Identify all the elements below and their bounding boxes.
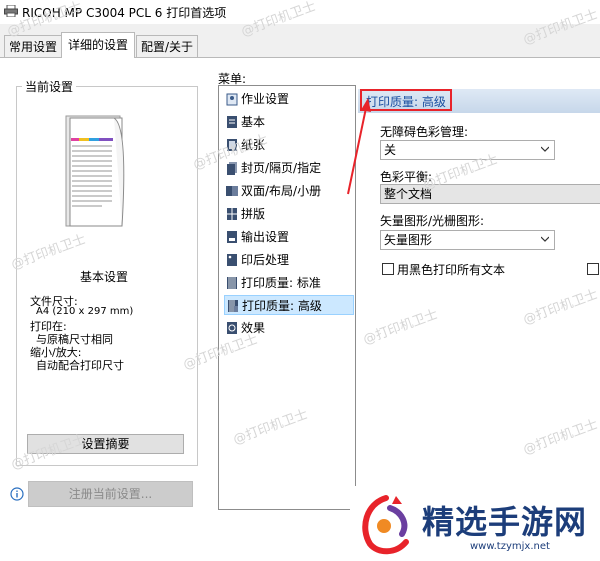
menu-item-job-settings[interactable]: 作业设置: [224, 89, 354, 109]
color-management-value: 关: [384, 143, 397, 157]
zoom-value: 自动配合打印尺寸: [36, 359, 124, 372]
duplex-icon: [226, 186, 238, 196]
job-icon: [226, 93, 238, 106]
cover-icon: [227, 162, 237, 175]
output-icon: [227, 231, 237, 243]
menu-item-imposition[interactable]: 拼版: [224, 204, 354, 224]
tab-detailed-settings[interactable]: 详细的设置: [61, 32, 135, 58]
menu-item-label: 作业设置: [241, 92, 290, 106]
chevron-down-icon: [541, 146, 549, 152]
menu-item-label: 打印质量: 高级: [242, 299, 322, 313]
menu-item-label: 打印质量: 标准: [241, 276, 321, 290]
imposition-icon: [227, 208, 237, 220]
paper-size-value: A4 (210 x 297 mm): [36, 306, 134, 317]
menu-item-label: 封页/隔页/指定: [241, 161, 322, 175]
color-management-label: 无障碍色彩管理:: [380, 125, 469, 139]
info-icon: [10, 487, 24, 501]
vector-raster-select[interactable]: 矢量图形: [380, 230, 555, 250]
black-text-label: 用黑色打印所有文本: [397, 263, 506, 277]
color-balance-select[interactable]: 整个文档: [380, 184, 600, 204]
page-preview-icon: [65, 115, 125, 227]
current-settings-title: 当前设置: [22, 78, 77, 95]
menu-item-quality-advanced[interactable]: 打印质量: 高级: [224, 295, 354, 315]
effect-icon: [227, 322, 237, 334]
quality-advanced-icon: [228, 300, 238, 312]
menu-item-quality-standard[interactable]: 打印质量: 标准: [224, 273, 354, 293]
document-icon: [227, 116, 237, 128]
quality-standard-icon: [227, 277, 237, 289]
vector-raster-value: 矢量图形: [384, 233, 433, 247]
brand-url: www.tzymjx.net: [470, 541, 550, 552]
menu-item-duplex[interactable]: 双面/布局/小册: [224, 181, 354, 201]
menu-item-label: 双面/布局/小册: [241, 184, 322, 198]
black-text-checkbox[interactable]: [382, 263, 394, 275]
extra-checkbox[interactable]: [587, 263, 599, 275]
printer-icon: [4, 5, 18, 17]
brand-name: 精选手游网: [422, 503, 588, 541]
panel-title: 打印质量: 高级: [366, 95, 446, 109]
tab-config-about[interactable]: 配置/关于: [136, 35, 198, 57]
menu-item-finishing[interactable]: 印后处理: [224, 250, 354, 270]
brand-logo-icon: [362, 495, 409, 555]
preview-caption: 基本设置: [80, 270, 129, 284]
chevron-down-icon: [541, 236, 549, 242]
menu-item-output[interactable]: 输出设置: [224, 227, 354, 247]
vector-raster-label: 矢量图形/光栅图形:: [380, 214, 485, 228]
register-settings-button[interactable]: 注册当前设置...: [28, 481, 193, 507]
finishing-icon: [227, 254, 237, 266]
menu-item-cover[interactable]: 封页/隔页/指定: [224, 158, 354, 178]
menu-item-label: 印后处理: [241, 253, 290, 267]
menu-item-label: 输出设置: [241, 230, 290, 244]
annotation-arrow: [347, 98, 371, 195]
menu-item-label: 拼版: [241, 207, 266, 221]
menu-item-basic[interactable]: 基本: [224, 112, 354, 132]
